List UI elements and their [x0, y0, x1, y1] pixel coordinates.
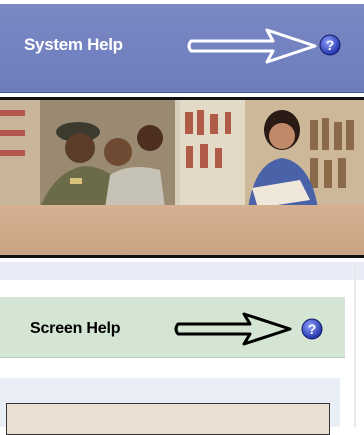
- content-top-band: [0, 262, 364, 280]
- question-mark-icon[interactable]: ?: [301, 318, 323, 340]
- tan-strip: [0, 205, 364, 258]
- input-box[interactable]: [6, 403, 330, 435]
- right-arrow-icon: [174, 312, 292, 346]
- divider: [354, 262, 356, 427]
- right-arrow-icon: [187, 28, 317, 64]
- system-help-label: System Help: [24, 35, 123, 54]
- question-mark-icon[interactable]: ?: [319, 34, 341, 56]
- svg-text:?: ?: [308, 321, 317, 337]
- svg-text:?: ?: [326, 37, 335, 53]
- screen-help-label: Screen Help: [30, 320, 121, 337]
- photo-banner: [0, 97, 364, 209]
